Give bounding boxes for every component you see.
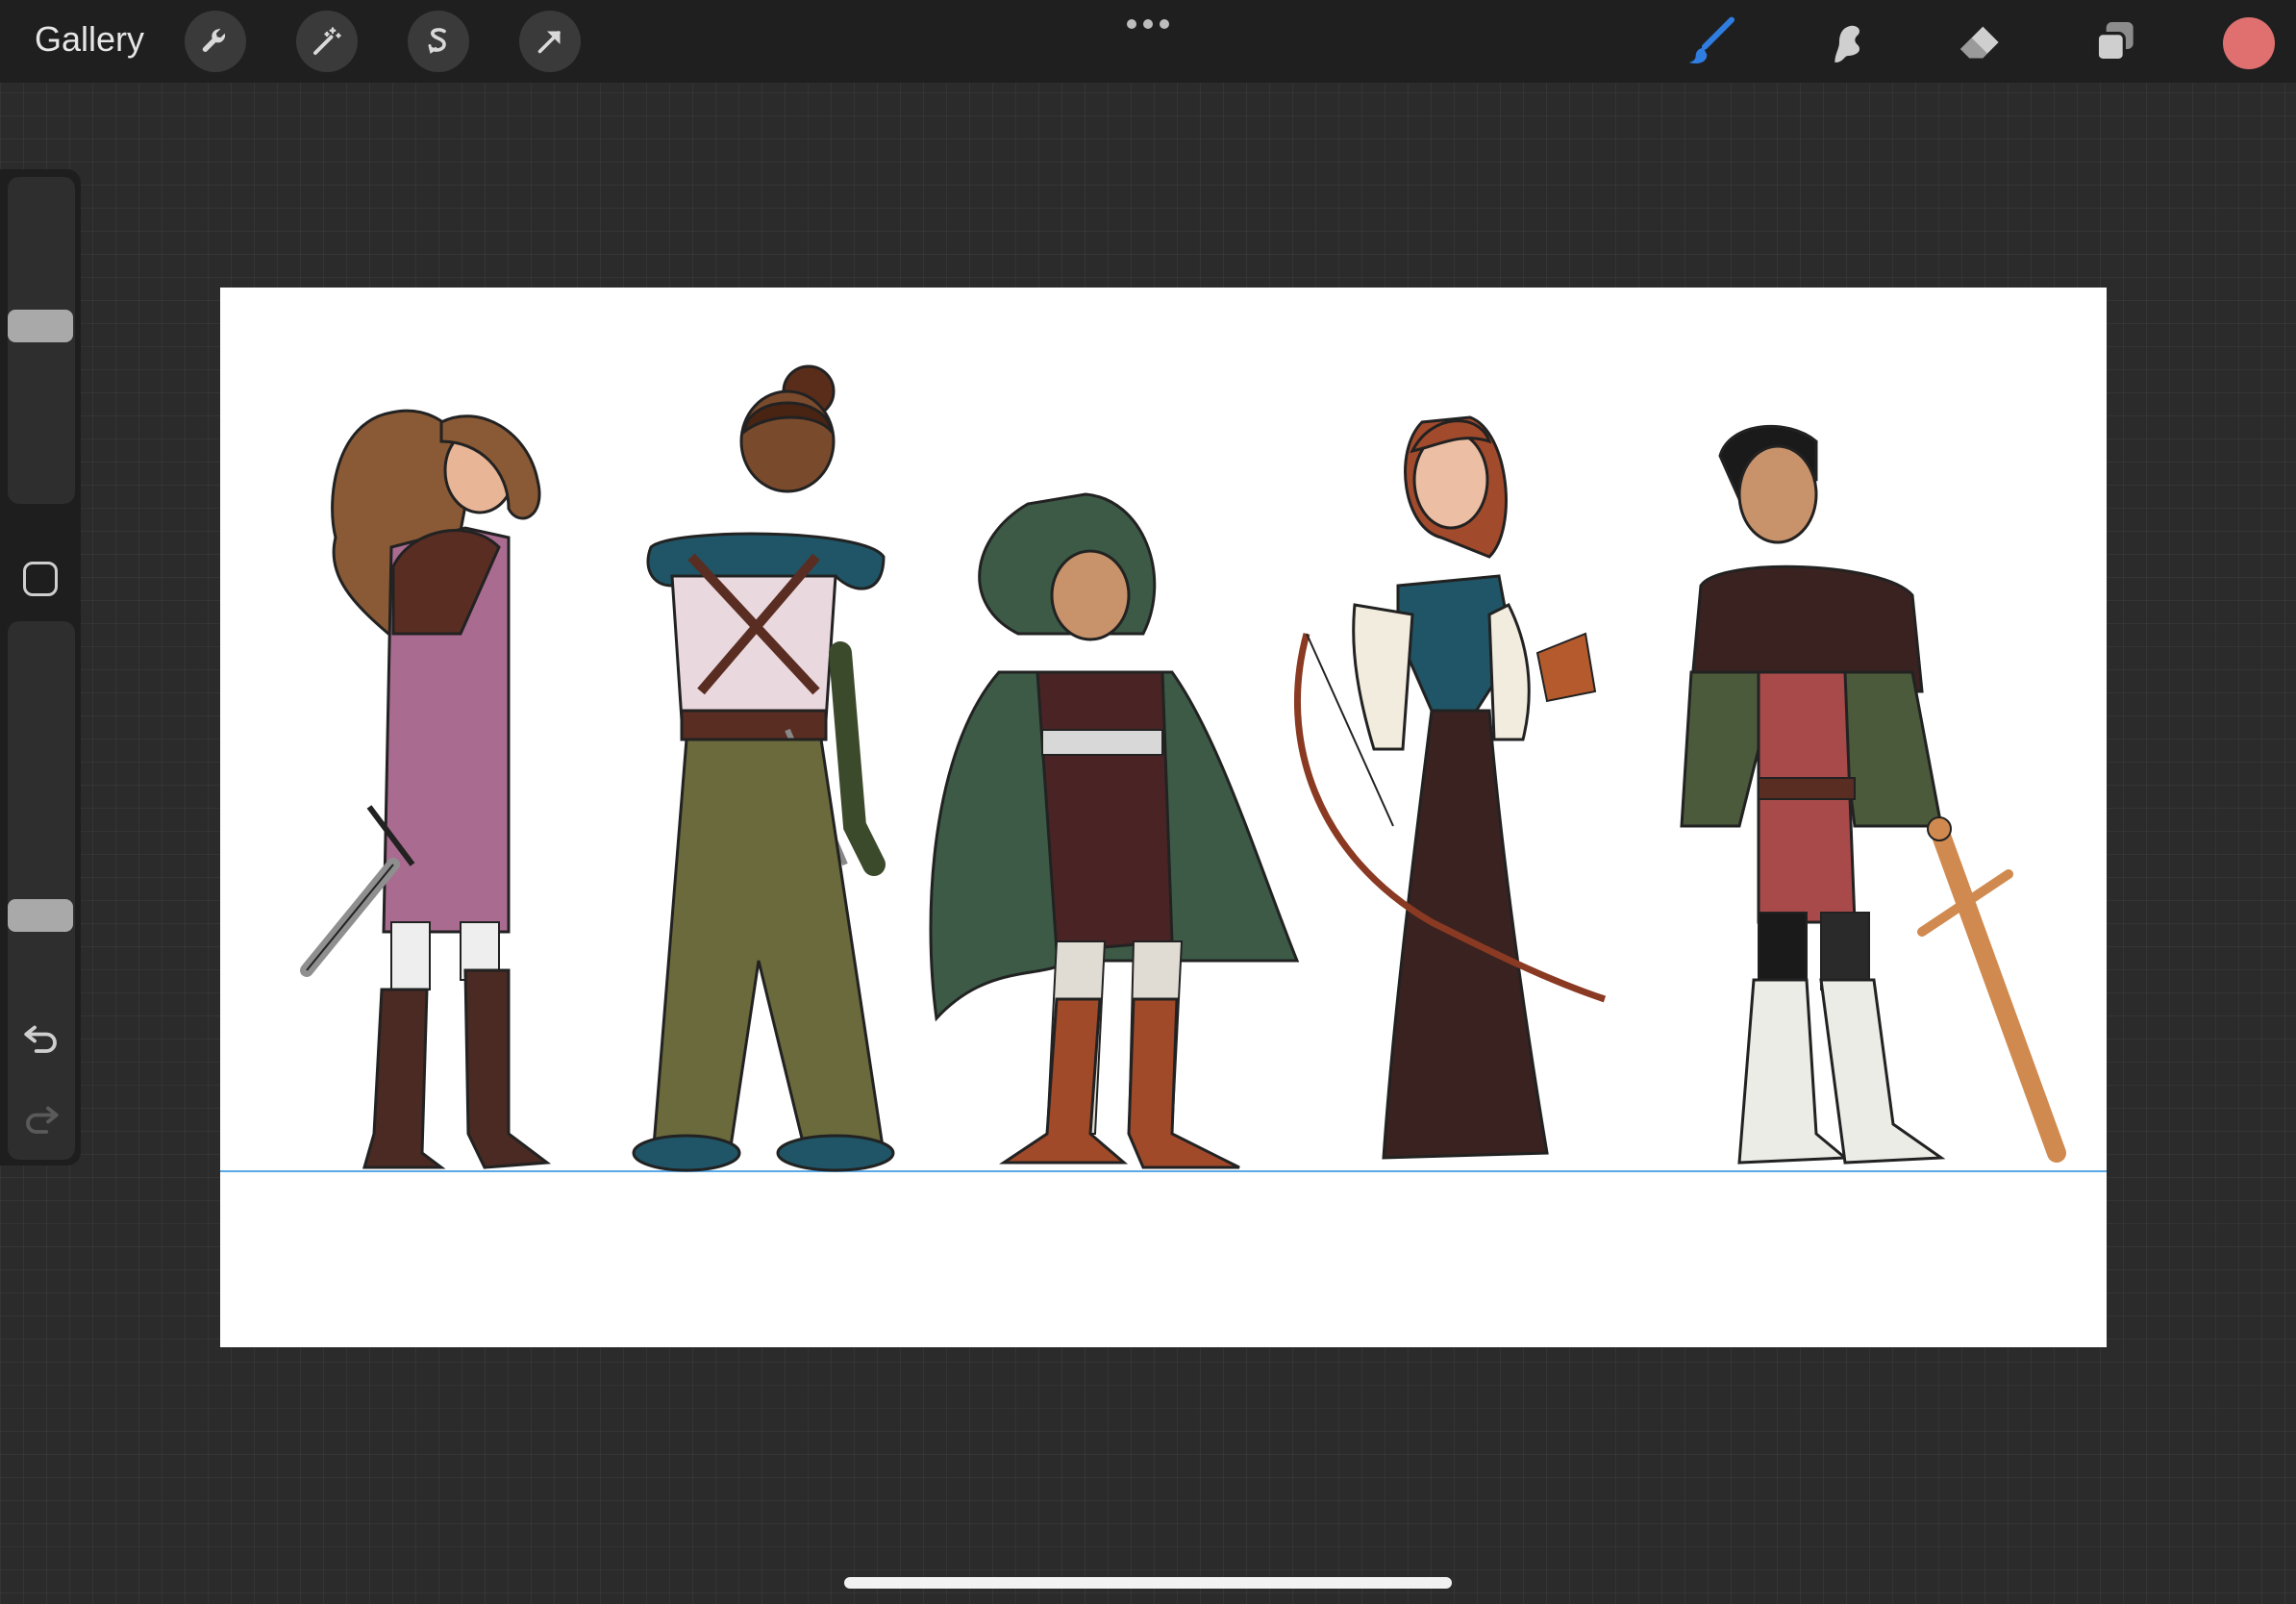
undo-icon[interactable] [21, 1017, 62, 1058]
transform-button[interactable] [519, 11, 581, 72]
opacity-slider[interactable] [8, 621, 75, 1160]
character-short-haired-knight [1680, 424, 2066, 1165]
actions-button[interactable] [185, 11, 246, 72]
eraser-tool-button[interactable] [1952, 13, 2009, 71]
character-ranger-with-bun [632, 364, 895, 1172]
brush-icon [1688, 16, 1735, 64]
color-picker-button[interactable] [2223, 17, 2275, 69]
eraser-icon [1960, 26, 1999, 59]
drawing-canvas[interactable] [220, 288, 2107, 1347]
transform-arrow-icon [537, 31, 561, 54]
brush-tool-button[interactable] [1683, 13, 1740, 71]
brush-size-slider[interactable] [8, 177, 75, 504]
sidebar [0, 169, 81, 1165]
opacity-thumb[interactable] [8, 899, 73, 932]
home-indicator[interactable] [844, 1577, 1452, 1589]
redo-icon[interactable] [21, 1098, 62, 1139]
more-options-icon[interactable] [1125, 17, 1171, 31]
character-hooded-figure [929, 492, 1300, 1169]
layers-icon [2095, 22, 2134, 63]
top-toolbar: Gallery [0, 0, 2296, 83]
layers-button[interactable] [2086, 13, 2144, 71]
selection-button[interactable] [408, 11, 469, 72]
character-archer-in-gown [1293, 415, 1607, 1160]
artwork [220, 364, 2107, 1172]
selection-icon [428, 28, 446, 54]
smudge-tool-button[interactable] [1817, 13, 1875, 71]
gallery-button[interactable]: Gallery [35, 19, 144, 60]
brush-size-thumb[interactable] [8, 310, 73, 342]
wrench-icon [202, 28, 226, 52]
character-long-haired-swordswoman [300, 409, 552, 1169]
adjustments-button[interactable] [296, 11, 358, 72]
modify-button[interactable] [23, 562, 58, 596]
smudge-icon [1834, 25, 1859, 63]
magic-wand-icon [313, 27, 341, 55]
